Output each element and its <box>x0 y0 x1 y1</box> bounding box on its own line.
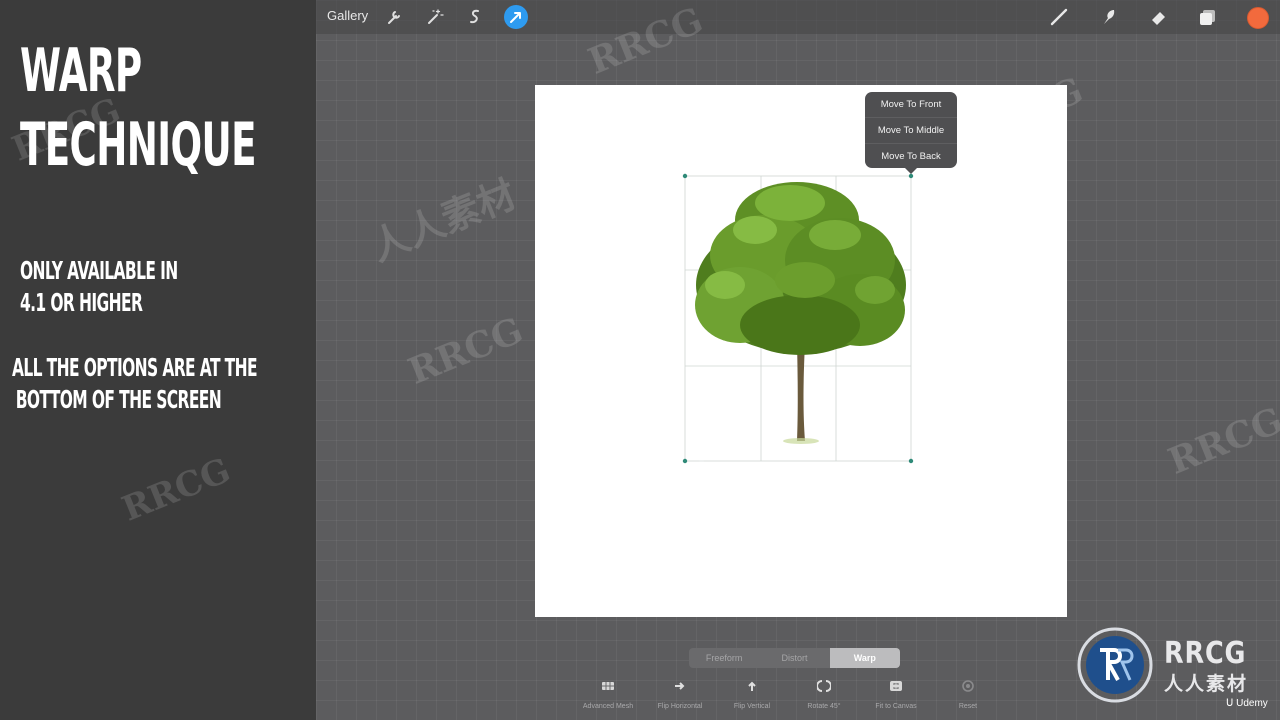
rotate-icon <box>817 680 831 692</box>
title-line-1: WARP <box>20 36 142 106</box>
arrange-popup-menu: Move To Front Move To Middle Move To Bac… <box>865 92 957 174</box>
mode-freeform[interactable]: Freeform <box>689 648 759 668</box>
magic-wand-icon[interactable] <box>423 6 445 28</box>
watermark-brand-cn: 人人素材 <box>1164 674 1249 695</box>
gallery-button[interactable]: Gallery <box>327 8 368 23</box>
smudge-icon[interactable] <box>1098 6 1120 28</box>
move-to-back-option[interactable]: Move To Back <box>865 143 957 169</box>
fit-to-canvas-label: Fit to Canvas <box>875 703 917 710</box>
transform-arrow-icon[interactable] <box>504 5 528 29</box>
eraser-icon[interactable] <box>1148 6 1170 28</box>
selection-icon[interactable] <box>464 6 486 28</box>
rotate-45-button[interactable]: Rotate 45° <box>788 676 860 713</box>
watermark-text: RRCG <box>116 450 237 530</box>
watermark-brand: RRCG 人人素材 <box>1164 636 1261 696</box>
reset-button[interactable]: Reset <box>932 676 1004 713</box>
watermark-brand-name: RRCG <box>1164 636 1247 671</box>
mode-warp[interactable]: Warp <box>829 648 900 668</box>
flip-vertical-label: Flip Vertical <box>733 703 771 710</box>
wrench-icon[interactable] <box>383 6 405 28</box>
tree-image <box>682 173 914 464</box>
availability-note: ONLY AVAILABLE IN 4.1 OR HIGHER <box>20 255 178 319</box>
flip-horizontal-label: Flip Horizontal <box>657 703 703 710</box>
fit-to-canvas-button[interactable]: Fit to Canvas <box>860 676 932 713</box>
layers-icon[interactable] <box>1197 6 1219 28</box>
flip-horizontal-button[interactable]: Flip Horizontal <box>644 676 716 713</box>
options-note-line-1: ALL THE OPTIONS ARE AT THE <box>12 353 258 382</box>
advanced-mesh-button[interactable]: Advanced Mesh <box>572 676 644 713</box>
title-line-2: TECHNIQUE <box>20 110 256 180</box>
udemy-badge: ᑌ Udemy <box>1226 698 1268 709</box>
reset-label: Reset <box>958 703 978 710</box>
arrow-right-icon <box>675 682 685 690</box>
udemy-logo-icon: ᑌ <box>1226 698 1234 709</box>
mode-distort[interactable]: Distort <box>759 648 829 668</box>
flip-vertical-button[interactable]: Flip Vertical <box>716 676 788 713</box>
advanced-mesh-label: Advanced Mesh <box>582 703 634 710</box>
watermark-text: RRCG <box>402 309 529 393</box>
arrow-up-icon <box>748 681 756 691</box>
instruction-panel: WARP TECHNIQUE ONLY AVAILABLE IN 4.1 OR … <box>0 0 316 720</box>
move-to-middle-option[interactable]: Move To Middle <box>865 117 957 143</box>
watermark-text: 人人素材 <box>364 171 523 270</box>
udemy-label: Udemy <box>1236 698 1268 709</box>
drawing-canvas[interactable]: Move To Front Move To Middle Move To Bac… <box>535 85 1067 617</box>
rotate-45-label: Rotate 45° <box>807 703 841 710</box>
procreate-app: Gallery Move To Front Move To Middle Mov… <box>316 0 1280 720</box>
watermark-text: RRCG <box>1162 399 1280 483</box>
transform-mode-selector: Freeform Distort Warp <box>689 648 900 668</box>
reset-icon <box>962 680 974 692</box>
rrcg-logo-icon <box>1077 627 1153 703</box>
availability-note-line-1: ONLY AVAILABLE IN <box>20 256 178 285</box>
fit-canvas-icon <box>890 681 902 691</box>
top-toolbar: Gallery <box>316 0 1280 34</box>
color-swatch[interactable] <box>1247 7 1269 29</box>
bottom-toolbar: Advanced Mesh Flip Horizontal Flip Verti… <box>572 676 1002 716</box>
mesh-grid-icon <box>602 682 614 690</box>
availability-note-line-2: 4.1 OR HIGHER <box>20 288 143 317</box>
move-to-front-option[interactable]: Move To Front <box>865 92 957 117</box>
options-note-line-2: BOTTOM OF THE SCREEN <box>15 385 222 414</box>
brush-icon[interactable] <box>1048 6 1070 28</box>
options-note: ALL THE OPTIONS ARE AT THE BOTTOM OF THE… <box>12 352 258 416</box>
